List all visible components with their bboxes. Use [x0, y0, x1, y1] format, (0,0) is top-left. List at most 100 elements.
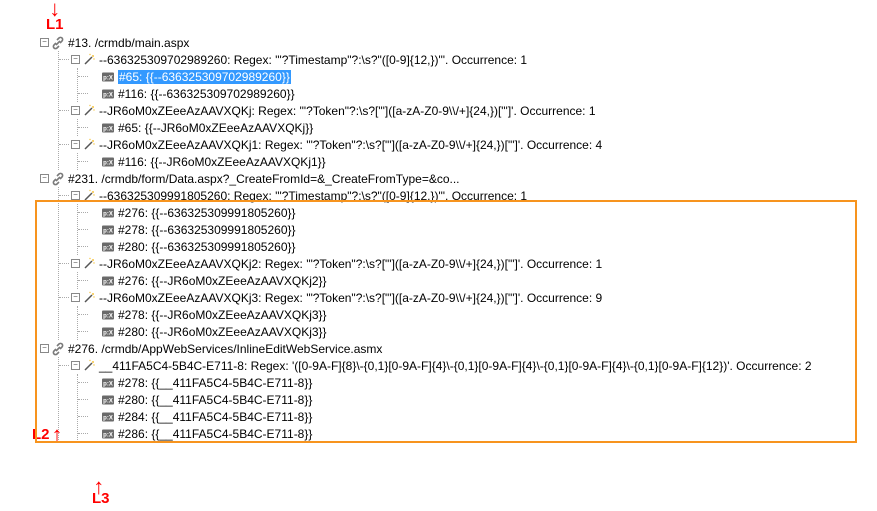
tree-item-label: #65: {{--636325309702989260}}: [118, 70, 291, 84]
svg-text:p:X: p:X: [103, 415, 113, 421]
svg-text:p:X: p:X: [103, 92, 113, 98]
pxbox-icon: p:X: [101, 121, 115, 135]
svg-text:p:X: p:X: [103, 126, 113, 132]
tree-item[interactable]: − #13. /crmdb/main.aspx: [40, 34, 877, 51]
tree-item[interactable]: p:X#280: {{__411FA5C4-5B4C-E711-8}}: [78, 391, 877, 408]
pxbox-icon: p:X: [101, 393, 115, 407]
pxbox-icon: p:X: [101, 325, 115, 339]
svg-text:p:X: p:X: [103, 313, 113, 319]
wand-icon: [82, 257, 96, 271]
tree-item-label: __411FA5C4-5B4C-E711-8: Regex: '([0-9A-F…: [99, 359, 812, 373]
wand-icon: [82, 104, 96, 118]
svg-text:p:X: p:X: [103, 211, 113, 217]
tree-item-label: --636325309991805260: Regex: '"?Timestam…: [99, 189, 527, 203]
tree-item-label: --JR6oM0xZEeeAzAAVXQKj3: Regex: '"?Token…: [99, 291, 602, 305]
tree-item-label: #276. /crmdb/AppWebServices/InlineEditWe…: [68, 342, 382, 356]
tree-item-label: #286: {{__411FA5C4-5B4C-E711-8}}: [118, 427, 312, 441]
wand-icon: [82, 138, 96, 152]
collapse-icon[interactable]: −: [71, 140, 80, 149]
collapse-icon[interactable]: −: [71, 106, 80, 115]
arrow-down-icon: ↓: [46, 2, 64, 16]
tree-item-label: #278: {{--636325309991805260}}: [118, 223, 296, 237]
wand-icon: [82, 53, 96, 67]
svg-text:p:X: p:X: [103, 75, 113, 81]
tree-item[interactable]: p:X #278: {{__411FA5C4-5B4C-E711-8}}: [78, 374, 877, 391]
link-icon: [51, 172, 65, 186]
tree-item-label: #284: {{__411FA5C4-5B4C-E711-8}}: [118, 410, 312, 424]
pxbox-icon: p:X: [101, 223, 115, 237]
annotation-l2: L2 ↑: [32, 426, 63, 443]
tree-item-label: #278: {{--JR6oM0xZEeeAzAAVXQKj3}}: [118, 308, 327, 322]
pxbox-icon: p:X: [101, 240, 115, 254]
tree-item[interactable]: p:X #65: {{--636325309702989260}}: [78, 68, 877, 85]
tree-item[interactable]: p:X #276: {{--JR6oM0xZEeeAzAAVXQKj2}}: [78, 272, 877, 289]
tree-item-label: #276: {{--636325309991805260}}: [118, 206, 296, 220]
tree-item[interactable]: − --JR6oM0xZEeeAzAAVXQKj: Regex: '"?Token…: [59, 102, 877, 119]
tree-item[interactable]: p:X #284: {{__411FA5C4-5B4C-E711-8}}: [78, 408, 877, 425]
tree-item[interactable]: − --636325309702989260: Regex: '"?Timesta…: [59, 51, 877, 68]
pxbox-icon: p:X: [101, 308, 115, 322]
collapse-icon[interactable]: −: [71, 293, 80, 302]
tree-item[interactable]: p:X #65: {{--JR6oM0xZEeeAzAAVXQKj}}: [78, 119, 877, 136]
tree-item[interactable]: p:X #280: {{--636325309991805260}}: [78, 238, 877, 255]
tree-item[interactable]: − #276. /crmdb/AppWebServices/InlineEditW…: [40, 340, 877, 357]
svg-text:p:X: p:X: [103, 330, 113, 336]
annotation-l1: ↓ L1: [46, 2, 64, 33]
arrow-up-icon: ↑: [52, 428, 63, 442]
annotation-l3: ↑ L3: [88, 480, 110, 511]
tree-item-label: #280: {{--JR6oM0xZEeeAzAAVXQKj3}}: [118, 325, 327, 339]
tree-item-label: --JR6oM0xZEeeAzAAVXQKj: Regex: '"?Token"…: [99, 104, 596, 118]
tree-root: − #13. /crmdb/main.aspx − --636325309702989…: [0, 0, 877, 442]
pxbox-icon: p:X: [101, 410, 115, 424]
wand-icon: [82, 189, 96, 203]
pxbox-icon: p:X: [101, 206, 115, 220]
collapse-icon[interactable]: −: [40, 38, 49, 47]
tree-item-label: #231. /crmdb/form/Data.aspx?_CreateFromI…: [68, 172, 460, 186]
tree-item-label: --JR6oM0xZEeeAzAAVXQKj1: Regex: '"?Token…: [99, 138, 602, 152]
svg-text:p:X: p:X: [103, 381, 113, 387]
collapse-icon[interactable]: −: [71, 259, 80, 268]
tree-item-label: #65: {{--JR6oM0xZEeeAzAAVXQKj}}: [118, 121, 313, 135]
wand-icon: [82, 359, 96, 373]
tree-item-label: #116: {{--636325309702989260}}: [118, 87, 295, 101]
tree-item[interactable]: p:X #278: {{--JR6oM0xZEeeAzAAVXQKj3}}: [78, 306, 877, 323]
collapse-icon[interactable]: −: [71, 191, 80, 200]
tree-item[interactable]: − #231. /crmdb/form/Data.aspx?_CreateFrom…: [40, 170, 877, 187]
tree-item[interactable]: p:X #278: {{--636325309991805260}}: [78, 221, 877, 238]
tree-item-label: #116: {{--JR6oM0xZEeeAzAAVXQKj1}}: [118, 155, 326, 169]
pxbox-icon: p:X: [101, 376, 115, 390]
svg-text:p:X: p:X: [103, 432, 113, 438]
pxbox-icon: p:X: [101, 427, 115, 441]
tree-item[interactable]: − --JR6oM0xZEeeAzAAVXQKj2: Regex: '"?Toke…: [59, 255, 877, 272]
tree-item-label: #280: {{--636325309991805260}}: [118, 240, 296, 254]
svg-text:p:X: p:X: [103, 160, 113, 166]
svg-text:p:X: p:X: [103, 228, 113, 234]
tree-item-label: #278: {{__411FA5C4-5B4C-E711-8}}: [118, 376, 312, 390]
tree-item[interactable]: − __411FA5C4-5B4C-E711-8: Regex: '([0-9A-…: [59, 357, 877, 374]
tree-item[interactable]: p:X #280: {{--JR6oM0xZEeeAzAAVXQKj3}}: [78, 323, 877, 340]
collapse-icon[interactable]: −: [71, 361, 80, 370]
link-icon: [51, 342, 65, 356]
collapse-icon[interactable]: −: [40, 174, 49, 183]
link-icon: [51, 36, 65, 50]
tree-item[interactable]: p:X #276: {{--636325309991805260}}: [78, 204, 877, 221]
wand-icon: [82, 291, 96, 305]
tree-item[interactable]: p:X #116: {{--JR6oM0xZEeeAzAAVXQKj1}}: [78, 153, 877, 170]
tree-item[interactable]: − --636325309991805260: Regex: '"?Timesta…: [59, 187, 877, 204]
collapse-icon[interactable]: −: [40, 344, 49, 353]
tree-item[interactable]: p:X #286: {{__411FA5C4-5B4C-E711-8}}: [78, 425, 877, 442]
pxbox-icon: p:X: [101, 87, 115, 101]
svg-text:p:X: p:X: [103, 245, 113, 251]
collapse-icon[interactable]: −: [71, 55, 80, 64]
svg-text:p:X: p:X: [103, 279, 113, 285]
tree-item-label: #13. /crmdb/main.aspx: [68, 36, 189, 50]
tree-item[interactable]: p:X #116: {{--636325309702989260}}: [78, 85, 877, 102]
tree-item-label: #276: {{--JR6oM0xZEeeAzAAVXQKj2}}: [118, 274, 327, 288]
tree-item[interactable]: − --JR6oM0xZEeeAzAAVXQKj1: Regex: '"?Toke…: [59, 136, 877, 153]
pxbox-icon: p:X: [101, 70, 115, 84]
pxbox-icon: p:X: [101, 155, 115, 169]
tree-item-label: --JR6oM0xZEeeAzAAVXQKj2: Regex: '"?Token…: [99, 257, 602, 271]
tree-item[interactable]: − --JR6oM0xZEeeAzAAVXQKj3: Regex: '"?Toke…: [59, 289, 877, 306]
svg-text:p:X: p:X: [103, 398, 113, 404]
tree-item-label: --636325309702989260: Regex: '"?Timestam…: [99, 53, 527, 67]
